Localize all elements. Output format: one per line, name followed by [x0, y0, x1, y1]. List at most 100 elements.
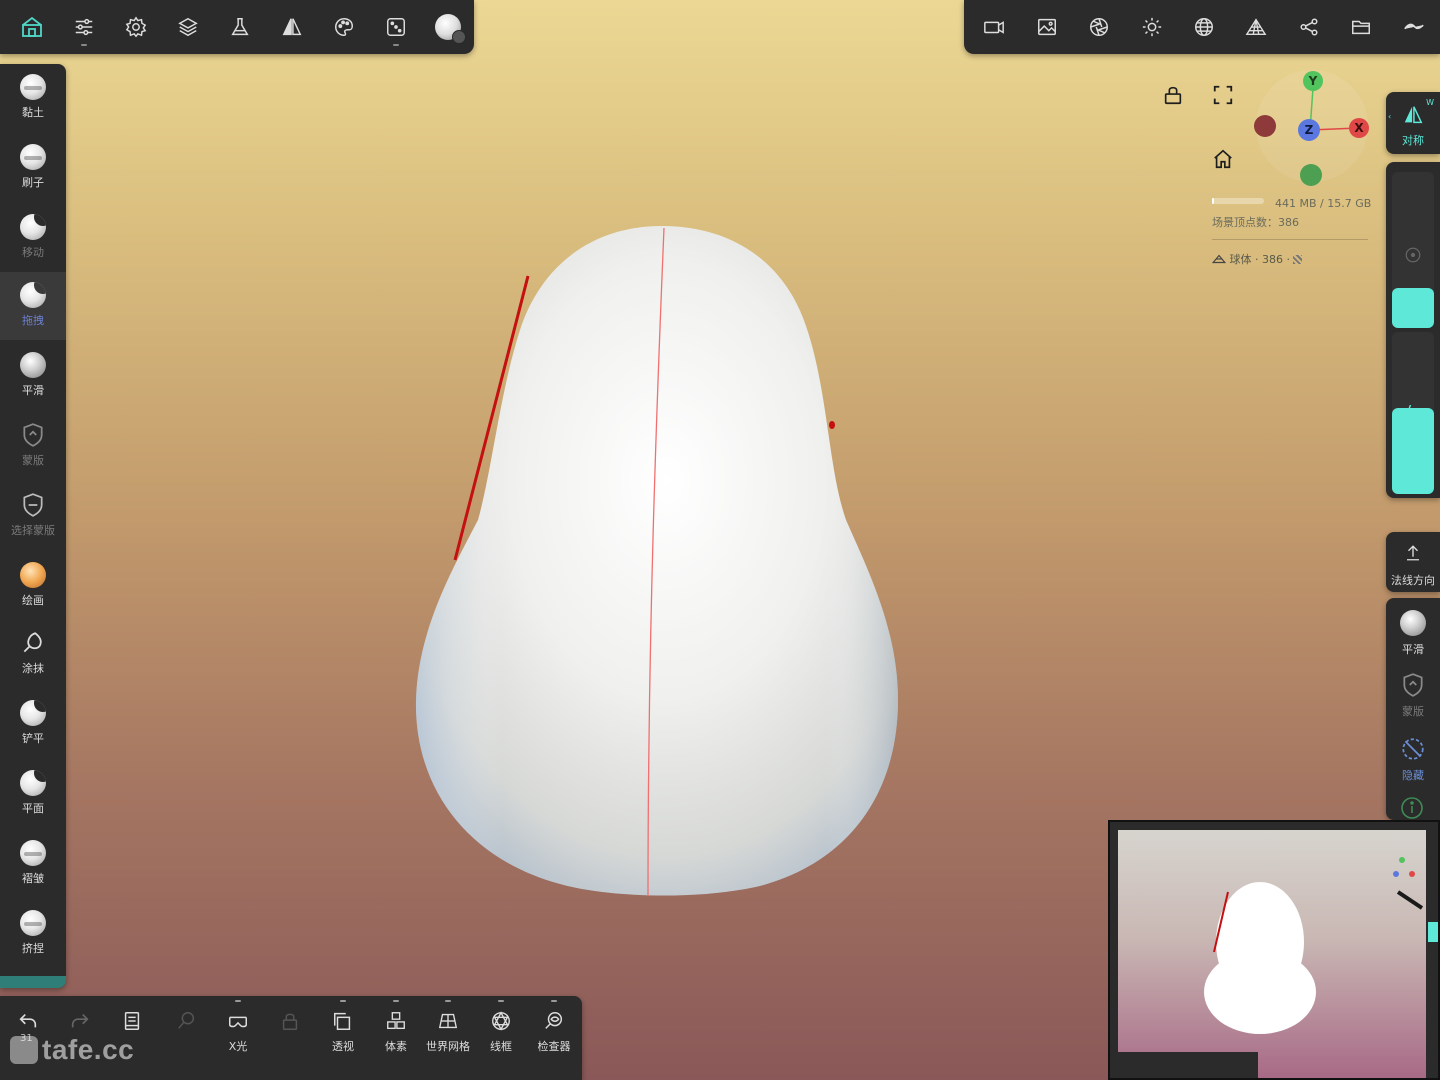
watermark: tafe.cc — [10, 1034, 134, 1066]
tool-smudge[interactable]: 涂抹 — [0, 620, 66, 688]
tool-label: 涂抹 — [22, 662, 44, 675]
tick — [235, 1000, 241, 1002]
redo-icon — [71, 1013, 89, 1028]
sidebar-expand-handle[interactable] — [0, 976, 66, 988]
axis-gizmo[interactable]: Y X Z — [1250, 66, 1370, 186]
tick — [445, 1000, 451, 1002]
brush-icon — [20, 144, 46, 170]
camera-icon[interactable] — [968, 0, 1020, 54]
wireframe-label: 线框 — [490, 1040, 512, 1053]
info-icon[interactable] — [1400, 796, 1424, 820]
object-name: 球体 · 386 · — [1229, 253, 1290, 266]
symmetry-icon[interactable] — [266, 0, 318, 54]
tool-label: 褶皱 — [22, 872, 44, 885]
zoom-button[interactable] — [160, 996, 212, 1080]
tool-clay[interactable]: 黏土 — [0, 64, 66, 132]
symmetry-small-icon — [1404, 106, 1423, 124]
radius-icon — [1405, 247, 1421, 263]
share-icon[interactable] — [1283, 0, 1335, 54]
smooth-quick-label: 平滑 — [1402, 643, 1424, 656]
normal-direction-button[interactable]: 法线方向 — [1386, 532, 1440, 592]
zoom-icon — [178, 1012, 195, 1029]
flask-icon[interactable] — [214, 0, 266, 54]
tool-pinch[interactable]: 挤捏 — [0, 900, 66, 968]
perspective-label: 透视 — [332, 1040, 354, 1053]
checker-icon — [1293, 255, 1303, 264]
paint-icon — [20, 562, 46, 588]
tool-plane[interactable]: 平面 — [0, 760, 66, 828]
scene-vertex-count: 场景顶点数：386 — [1212, 216, 1299, 229]
tick — [498, 1000, 504, 1002]
material-sphere-icon[interactable] — [422, 0, 474, 54]
hide-icon — [1402, 738, 1424, 760]
mesh-icon[interactable] — [1230, 0, 1282, 54]
watermark-logo-icon — [10, 1036, 38, 1064]
axis-neg-y-handle — [1300, 164, 1322, 186]
symmetry-toggle[interactable]: 对称 W ‹ — [1386, 92, 1440, 154]
brush-sliders-panel: ϟ — [1386, 162, 1440, 498]
perspective-button[interactable]: 透视 — [317, 996, 369, 1080]
tool-select-mask[interactable]: 选择蒙版 — [0, 482, 66, 550]
intensity-slider-fill — [1392, 408, 1434, 494]
lock-icon — [282, 1013, 298, 1030]
radius-slider-fill — [1392, 288, 1434, 328]
tool-label: 蒙版 — [22, 454, 44, 467]
tool-move[interactable]: 移动 — [0, 204, 66, 272]
radius-slider[interactable] — [1392, 172, 1434, 328]
tool-paint[interactable]: 绘画 — [0, 552, 66, 620]
wave-icon[interactable] — [1388, 0, 1440, 54]
image-icon[interactable] — [1020, 0, 1072, 54]
voxel-label: 体素 — [385, 1040, 407, 1053]
sliders-icon[interactable] — [58, 0, 110, 54]
wireframe-button[interactable]: 线框 — [475, 996, 527, 1080]
home-icon[interactable] — [6, 0, 58, 54]
object-row[interactable]: 球体 · 386 · — [1211, 251, 1303, 267]
symmetry-badge: W — [1426, 98, 1434, 107]
fullscreen-icon[interactable] — [1212, 84, 1234, 106]
tool-flatten[interactable]: 铲平 — [0, 690, 66, 758]
stroke-mark-right — [829, 421, 835, 429]
inspector-icon — [545, 1012, 563, 1029]
folder-icon[interactable] — [1335, 0, 1387, 54]
layers-icon[interactable] — [162, 0, 214, 54]
memory-usage-text: 441 MB / 15.7 GB — [1275, 197, 1372, 210]
symmetry-label: 对称 — [1402, 134, 1424, 147]
reset-view-home-icon[interactable] — [1212, 148, 1234, 170]
tool-smooth[interactable]: 平滑 — [0, 342, 66, 410]
reference-thumbnail[interactable] — [1108, 820, 1440, 1080]
smooth-quick-button[interactable]: 平滑 — [1386, 608, 1440, 664]
flatten-icon — [20, 700, 46, 726]
tool-drag[interactable]: 拖拽 — [0, 272, 66, 340]
mask-quick-button[interactable]: 蒙版 — [1386, 670, 1440, 726]
voxel-button[interactable]: 体素 — [370, 996, 422, 1080]
palette-icon[interactable] — [318, 0, 370, 54]
inspector-button[interactable]: 检查器 — [528, 996, 580, 1080]
chevron-left-icon: ‹ — [1388, 112, 1392, 121]
lock-button[interactable] — [264, 996, 316, 1080]
tool-label: 绘画 — [22, 594, 44, 607]
tool-label: 铲平 — [22, 732, 44, 745]
world-grid-button[interactable]: 世界网格 — [422, 996, 474, 1080]
axis-z-label: Z — [1305, 123, 1314, 137]
aperture-icon[interactable] — [1073, 0, 1125, 54]
settings-gear-icon[interactable] — [110, 0, 162, 54]
tool-label: 平面 — [22, 802, 44, 815]
tool-crease[interactable]: 褶皱 — [0, 830, 66, 898]
left-tool-sidebar: 黏土 刷子 移动 拖拽 平滑 蒙版 选择蒙版 绘画 涂抹 铲平 平面 褶皱 挤捏 — [0, 64, 66, 988]
tick — [393, 1000, 399, 1002]
hide-quick-label: 隐藏 — [1402, 769, 1424, 782]
tool-brush[interactable]: 刷子 — [0, 134, 66, 202]
normal-direction-label: 法线方向 — [1391, 574, 1435, 587]
perspective-icon — [334, 1012, 351, 1030]
dice-icon[interactable] — [370, 0, 422, 54]
xray-button[interactable]: X光 — [212, 996, 264, 1080]
hide-quick-button[interactable]: 隐藏 — [1386, 734, 1440, 790]
world-grid-icon — [438, 1013, 458, 1029]
xray-label: X光 — [228, 1040, 248, 1053]
sun-icon[interactable] — [1125, 0, 1177, 54]
xray-icon — [229, 1016, 247, 1028]
tool-mask[interactable]: 蒙版 — [0, 412, 66, 480]
intensity-slider[interactable]: ϟ — [1392, 332, 1434, 494]
camera-lock-icon[interactable] — [1162, 84, 1184, 106]
globe-icon[interactable] — [1178, 0, 1230, 54]
